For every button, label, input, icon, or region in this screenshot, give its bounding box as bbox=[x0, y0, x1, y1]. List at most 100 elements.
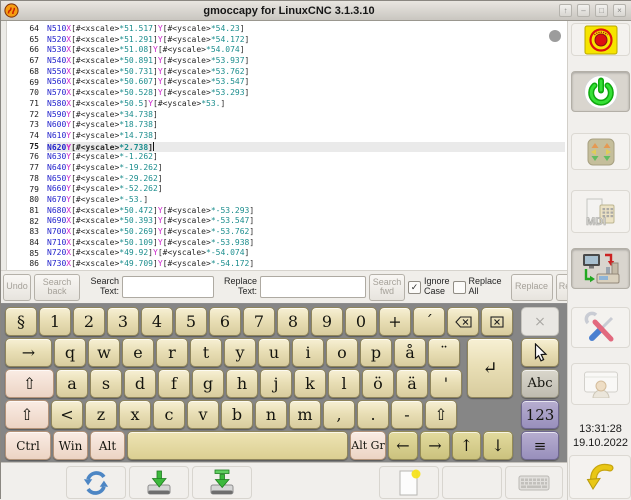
key-backspace[interactable] bbox=[447, 307, 479, 336]
key-p[interactable]: p bbox=[360, 338, 392, 367]
replace-all-checkbox[interactable] bbox=[453, 281, 466, 294]
key-comma[interactable]: , bbox=[323, 400, 355, 429]
key-arrow-left[interactable]: ← bbox=[388, 431, 418, 460]
code-line-64[interactable]: N510X[#<xscale>*51.517]Y[#<yscale>*54.23… bbox=[47, 24, 565, 35]
key-enter[interactable]: ↵ bbox=[467, 338, 513, 398]
key-2[interactable]: 2 bbox=[73, 307, 105, 336]
code-line-66[interactable]: N530X[#<xscale>*51.08]Y[#<yscale>*54.074… bbox=[47, 45, 565, 56]
key-å[interactable]: å bbox=[394, 338, 426, 367]
key-g[interactable]: g bbox=[192, 369, 224, 398]
code-line-69[interactable]: N560X[#<xscale>*50.607]Y[#<yscale>*53.54… bbox=[47, 77, 565, 88]
key-o[interactable]: o bbox=[326, 338, 358, 367]
code-line-75[interactable]: N620Y[#<yscale>*2.738] bbox=[47, 142, 565, 153]
toolbar-empty-button[interactable] bbox=[442, 466, 502, 499]
key-m[interactable]: m bbox=[289, 400, 321, 429]
key-4[interactable]: 4 bbox=[141, 307, 173, 336]
minimize-button[interactable]: – bbox=[577, 4, 590, 17]
mdi-mode-button[interactable]: MDI bbox=[571, 190, 630, 233]
code-line-79[interactable]: N660Y[#<yscale>*-52.262] bbox=[47, 184, 565, 195]
replace-button[interactable]: Replace bbox=[511, 274, 553, 301]
code-line-71[interactable]: N580X[#<xscale>*50.5]Y[#<yscale>*53.] bbox=[47, 99, 565, 110]
key-menu[interactable]: ≡ bbox=[521, 431, 559, 460]
code-line-81[interactable]: N680X[#<xscale>*50.472]Y[#<yscale>*-53.2… bbox=[47, 206, 565, 217]
code-line-85[interactable]: N720X[#<xscale>*49.92]Y[#<yscale>*-54.07… bbox=[47, 248, 565, 259]
code-line-82[interactable]: N690X[#<xscale>*50.393]Y[#<yscale>*-53.5… bbox=[47, 216, 565, 227]
key-period[interactable]: . bbox=[357, 400, 389, 429]
code-line-68[interactable]: N550X[#<xscale>*50.731]Y[#<yscale>*53.76… bbox=[47, 67, 565, 78]
key-arrow-right[interactable]: → bbox=[420, 431, 450, 460]
key-1[interactable]: 1 bbox=[39, 307, 71, 336]
key-acute[interactable]: ´ bbox=[413, 307, 445, 336]
key-close-keyboard[interactable]: × bbox=[521, 307, 559, 336]
key-0[interactable]: 0 bbox=[345, 307, 377, 336]
key-n[interactable]: n bbox=[255, 400, 287, 429]
key-3[interactable]: 3 bbox=[107, 307, 139, 336]
undo-button[interactable]: Undo bbox=[3, 274, 31, 301]
key-w[interactable]: w bbox=[88, 338, 120, 367]
gcode-editor[interactable]: 6465666768697071727374757677787980818283… bbox=[1, 21, 567, 270]
key-l[interactable]: l bbox=[328, 369, 360, 398]
key-section[interactable]: § bbox=[5, 307, 37, 336]
code-line-74[interactable]: N610Y[#<yscale>*14.738] bbox=[47, 131, 565, 142]
new-file-button[interactable] bbox=[379, 466, 439, 499]
shade-button[interactable]: ↑ bbox=[559, 4, 572, 17]
key-j[interactable]: j bbox=[260, 369, 292, 398]
settings-button[interactable] bbox=[571, 307, 630, 348]
code-line-77[interactable]: N640Y[#<yscale>*-19.262] bbox=[47, 163, 565, 174]
code-line-76[interactable]: N630Y[#<yscale>*-1.262] bbox=[47, 152, 565, 163]
back-button[interactable] bbox=[569, 455, 631, 499]
search-fwd-button[interactable]: Search fwd bbox=[369, 274, 405, 301]
code-line-83[interactable]: N700X[#<xscale>*50.269]Y[#<yscale>*-53.7… bbox=[47, 227, 565, 238]
key-d[interactable]: d bbox=[124, 369, 156, 398]
key-plus[interactable]: + bbox=[379, 307, 411, 336]
key-arrow-down[interactable]: ↓ bbox=[483, 431, 513, 460]
key-8[interactable]: 8 bbox=[277, 307, 309, 336]
code-line-72[interactable]: N590Y[#<yscale>*34.738] bbox=[47, 110, 565, 121]
save-file-as-button[interactable] bbox=[192, 466, 252, 499]
save-file-button[interactable] bbox=[129, 466, 189, 499]
key-apostrophe[interactable]: ' bbox=[430, 369, 462, 398]
key-v[interactable]: v bbox=[187, 400, 219, 429]
key-minus[interactable]: - bbox=[391, 400, 423, 429]
key-s[interactable]: s bbox=[90, 369, 122, 398]
machine-on-button[interactable] bbox=[571, 71, 630, 112]
code-line-65[interactable]: N520X[#<xscale>*51.291]Y[#<yscale>*54.17… bbox=[47, 35, 565, 46]
ignore-case-checkbox[interactable]: ✓ bbox=[408, 281, 421, 294]
key-t[interactable]: t bbox=[190, 338, 222, 367]
code-line-80[interactable]: N670Y[#<yscale>*-53.] bbox=[47, 195, 565, 206]
key-abc[interactable]: Abc bbox=[521, 369, 559, 398]
key-delete[interactable] bbox=[481, 307, 513, 336]
toggle-keyboard-button[interactable] bbox=[505, 466, 563, 499]
key-f[interactable]: f bbox=[158, 369, 190, 398]
emergency-stop-button[interactable] bbox=[571, 23, 630, 56]
code-line-67[interactable]: N540X[#<xscale>*50.891]Y[#<yscale>*53.93… bbox=[47, 56, 565, 67]
key-x[interactable]: x bbox=[119, 400, 151, 429]
key-shift-left[interactable]: ⇧ bbox=[5, 400, 49, 429]
scroll-indicator-dot[interactable] bbox=[549, 30, 561, 42]
key-ö[interactable]: ö bbox=[362, 369, 394, 398]
reload-file-button[interactable] bbox=[66, 466, 126, 499]
key-u[interactable]: u bbox=[258, 338, 290, 367]
replace-text-input[interactable] bbox=[260, 276, 366, 298]
key-tab[interactable]: → bbox=[5, 338, 52, 367]
key-q[interactable]: q bbox=[54, 338, 86, 367]
code-line-73[interactable]: N600Y[#<yscale>*18.738] bbox=[47, 120, 565, 131]
editor-code[interactable]: N510X[#<xscale>*51.517]Y[#<yscale>*54.23… bbox=[47, 24, 565, 270]
key-r[interactable]: r bbox=[156, 338, 188, 367]
key-Alt[interactable]: Alt bbox=[90, 431, 125, 460]
auto-mode-button[interactable] bbox=[571, 248, 630, 289]
key-e[interactable]: e bbox=[122, 338, 154, 367]
manual-mode-button[interactable] bbox=[571, 133, 630, 170]
key-arrow-up[interactable]: ↑ bbox=[452, 431, 481, 460]
key-diaeresis[interactable]: ¨ bbox=[428, 338, 460, 367]
search-text-input[interactable] bbox=[122, 276, 214, 298]
key-pointer[interactable] bbox=[521, 338, 559, 367]
key-i[interactable]: i bbox=[292, 338, 324, 367]
close-button[interactable]: × bbox=[613, 4, 626, 17]
key-5[interactable]: 5 bbox=[175, 307, 207, 336]
key-b[interactable]: b bbox=[221, 400, 253, 429]
key-less-than[interactable]: < bbox=[51, 400, 83, 429]
key-z[interactable]: z bbox=[85, 400, 117, 429]
user-lock-button[interactable] bbox=[571, 363, 630, 405]
key-6[interactable]: 6 bbox=[209, 307, 241, 336]
